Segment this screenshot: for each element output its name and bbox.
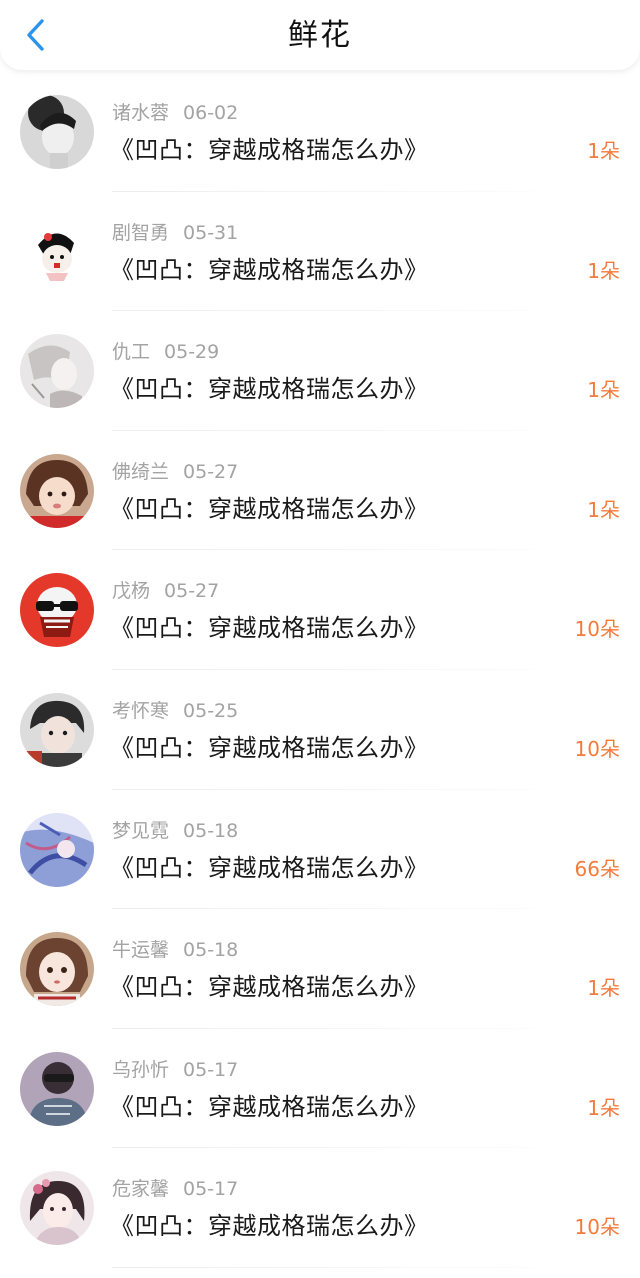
sender-name: 梦见霓: [112, 819, 170, 842]
book-title: 《凹凸：穿越成格瑞怎么办》: [110, 614, 429, 643]
list-item[interactable]: 梦见霓 05-18 《凹凸：穿越成格瑞怎么办》 66朵: [0, 790, 640, 910]
book-title: 《凹凸：穿越成格瑞怎么办》: [110, 733, 429, 762]
book-title: 《凹凸：穿越成格瑞怎么办》: [110, 1212, 429, 1241]
list-item[interactable]: 乌孙忻 05-17 《凹凸：穿越成格瑞怎么办》 1朵: [0, 1029, 640, 1149]
list-item[interactable]: 考怀寒 05-25 《凹凸：穿越成格瑞怎么办》 10朵: [0, 670, 640, 790]
flower-count: 1朵: [587, 1095, 620, 1120]
list-item[interactable]: 仇工 05-29 《凹凸：穿越成格瑞怎么办》 1朵: [0, 311, 640, 431]
sender-name: 诸水蓉: [112, 102, 170, 124]
sender-meta: 梦见霓 05-18: [112, 818, 238, 844]
book-title: 《凹凸：穿越成格瑞怎么办》: [110, 494, 429, 523]
avatar[interactable]: [20, 334, 94, 409]
sender-meta: 仇工 05-29: [112, 339, 219, 365]
send-date: 05-27: [164, 580, 220, 603]
avatar[interactable]: [20, 1051, 94, 1126]
avatar[interactable]: [20, 95, 94, 169]
flower-count: 10朵: [574, 617, 620, 642]
send-date: 05-18: [183, 939, 239, 962]
flower-count: 10朵: [574, 1215, 620, 1240]
sender-name: 剧智勇: [112, 221, 170, 244]
avatar[interactable]: [20, 453, 94, 528]
flower-count: 1朵: [587, 378, 620, 403]
send-date: 05-25: [183, 699, 239, 722]
avatar[interactable]: [20, 1171, 94, 1246]
book-title: 《凹凸：穿越成格瑞怎么办》: [110, 1092, 429, 1121]
sender-name: 戊杨: [112, 580, 151, 603]
sender-meta: 危家馨 05-17: [112, 1176, 238, 1202]
sender-name: 危家馨: [112, 1178, 170, 1201]
divider: [112, 1266, 532, 1268]
send-date: 05-17: [183, 1058, 239, 1081]
navigation-bar: 鲜花: [0, 0, 640, 70]
sender-meta: 乌孙忻 05-17: [112, 1057, 238, 1083]
flower-count: 10朵: [574, 736, 620, 761]
sender-name: 考怀寒: [112, 699, 170, 722]
sender-meta: 考怀寒 05-25: [112, 698, 238, 724]
sender-meta: 牛运馨 05-18: [112, 937, 238, 963]
book-title: 《凹凸：穿越成格瑞怎么办》: [110, 853, 429, 882]
send-date: 05-18: [183, 819, 239, 842]
avatar[interactable]: [20, 214, 94, 289]
send-date: 05-17: [183, 1178, 239, 1201]
sender-name: 乌孙忻: [112, 1058, 170, 1081]
list-item[interactable]: 佛绮兰 05-27 《凹凸：穿越成格瑞怎么办》 1朵: [0, 431, 640, 551]
send-date: 05-31: [183, 221, 239, 244]
send-date: 06-02: [183, 102, 239, 124]
list-item[interactable]: 剧智勇 05-31 《凹凸：穿越成格瑞怎么办》 1朵: [0, 192, 640, 312]
flower-list: 诸水蓉 06-02 《凹凸：穿越成格瑞怎么办》 1朵 剧智勇 05-31 《凹凸：穿…: [0, 72, 640, 1268]
list-item[interactable]: 诸水蓉 06-02 《凹凸：穿越成格瑞怎么办》 1朵: [0, 72, 640, 192]
flower-count: 1朵: [587, 139, 620, 163]
flower-count: 66朵: [574, 856, 620, 881]
page-title: 鲜花: [288, 18, 352, 53]
sender-name: 佛绮兰: [112, 460, 170, 483]
flower-count: 1朵: [587, 258, 620, 283]
sender-name: 仇工: [112, 341, 151, 364]
sender-meta: 剧智勇 05-31: [112, 220, 238, 246]
list-item[interactable]: 戊杨 05-27 《凹凸：穿越成格瑞怎么办》 10朵: [0, 550, 640, 670]
sender-meta: 诸水蓉 06-02: [112, 100, 238, 126]
book-title: 《凹凸：穿越成格瑞怎么办》: [110, 136, 429, 164]
flower-count: 1朵: [587, 976, 620, 1001]
sender-meta: 佛绮兰 05-27: [112, 459, 238, 485]
book-title: 《凹凸：穿越成格瑞怎么办》: [110, 375, 429, 404]
list-item[interactable]: 牛运馨 05-18 《凹凸：穿越成格瑞怎么办》 1朵: [0, 909, 640, 1029]
avatar[interactable]: [20, 812, 94, 887]
flower-count: 1朵: [587, 497, 620, 522]
avatar[interactable]: [20, 932, 94, 1007]
sender-meta: 戊杨 05-27: [112, 578, 219, 604]
avatar[interactable]: [20, 573, 94, 648]
send-date: 05-29: [164, 341, 220, 364]
book-title: 《凹凸：穿越成格瑞怎么办》: [110, 973, 429, 1002]
avatar[interactable]: [20, 692, 94, 767]
book-title: 《凹凸：穿越成格瑞怎么办》: [110, 255, 429, 284]
sender-name: 牛运馨: [112, 939, 170, 962]
list-item[interactable]: 危家馨 05-17 《凹凸：穿越成格瑞怎么办》 10朵: [0, 1148, 640, 1268]
send-date: 05-27: [183, 460, 239, 483]
